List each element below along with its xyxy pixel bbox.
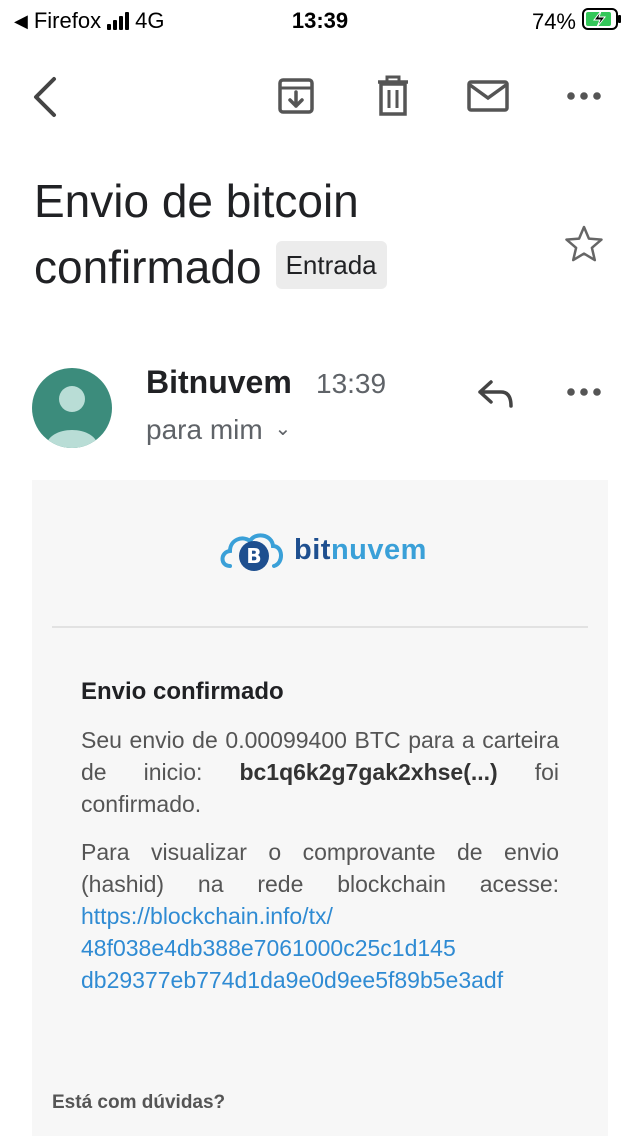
blockchain-link-line-3[interactable]: db29377eb774d1da9e0d9ee5f89b5e3adf — [81, 964, 559, 996]
mail-icon[interactable] — [464, 76, 512, 116]
divider — [52, 626, 588, 628]
blockchain-link-line-2[interactable]: 48f038e4db388e7061000c25c1d145 — [81, 932, 559, 964]
battery-icon — [582, 8, 622, 36]
help-question: Está com dúvidas? — [52, 1092, 226, 1113]
recipient-toggle[interactable]: para mim ⌄ — [146, 414, 291, 446]
email-subject: Envio de bitcoin confirmado Entrada — [34, 168, 554, 300]
more-icon[interactable] — [562, 80, 606, 112]
body-title: Envio confirmado — [81, 678, 284, 705]
svg-text:B: B — [246, 544, 261, 568]
recipient-label: para mim — [146, 414, 263, 445]
body-paragraph-1: Seu envio de 0.00099400 BTC para a carte… — [81, 724, 559, 820]
back-icon[interactable] — [22, 72, 68, 122]
body-paragraph-2: Para visualizar o comprovante de envio (… — [81, 836, 559, 996]
blockchain-link-line-1[interactable]: https://blockchain.info/tx/ — [81, 900, 559, 932]
wallet-address: bc1q6k2g7gak2xhse(...) — [239, 759, 498, 785]
status-bar: ◀ Firefox 4G 13:39 74% — [0, 0, 640, 44]
p2-text: Para visualizar o comprovante de envio (… — [81, 839, 559, 897]
logo-text-nuvem: nuvem — [330, 533, 427, 566]
cloud-bitcoin-icon: B — [220, 533, 283, 571]
bitnuvem-logo: B bitnuvem — [218, 526, 427, 574]
reply-icon[interactable] — [472, 374, 520, 414]
logo-text-bit: bit — [294, 533, 331, 566]
message-more-icon[interactable] — [562, 376, 606, 408]
email-time: 13:39 — [316, 368, 387, 399]
battery-percent: 74% — [531, 9, 576, 34]
person-icon — [46, 386, 98, 448]
trash-icon[interactable] — [370, 74, 416, 118]
status-right: 74% — [532, 8, 622, 36]
star-icon[interactable] — [562, 222, 606, 266]
label-chip[interactable]: Entrada — [275, 240, 387, 289]
chevron-down-icon: ⌄ — [274, 418, 292, 440]
archive-icon[interactable] — [272, 74, 320, 118]
avatar[interactable] — [32, 368, 112, 448]
sender-name[interactable]: Bitnuvem — [146, 364, 292, 401]
